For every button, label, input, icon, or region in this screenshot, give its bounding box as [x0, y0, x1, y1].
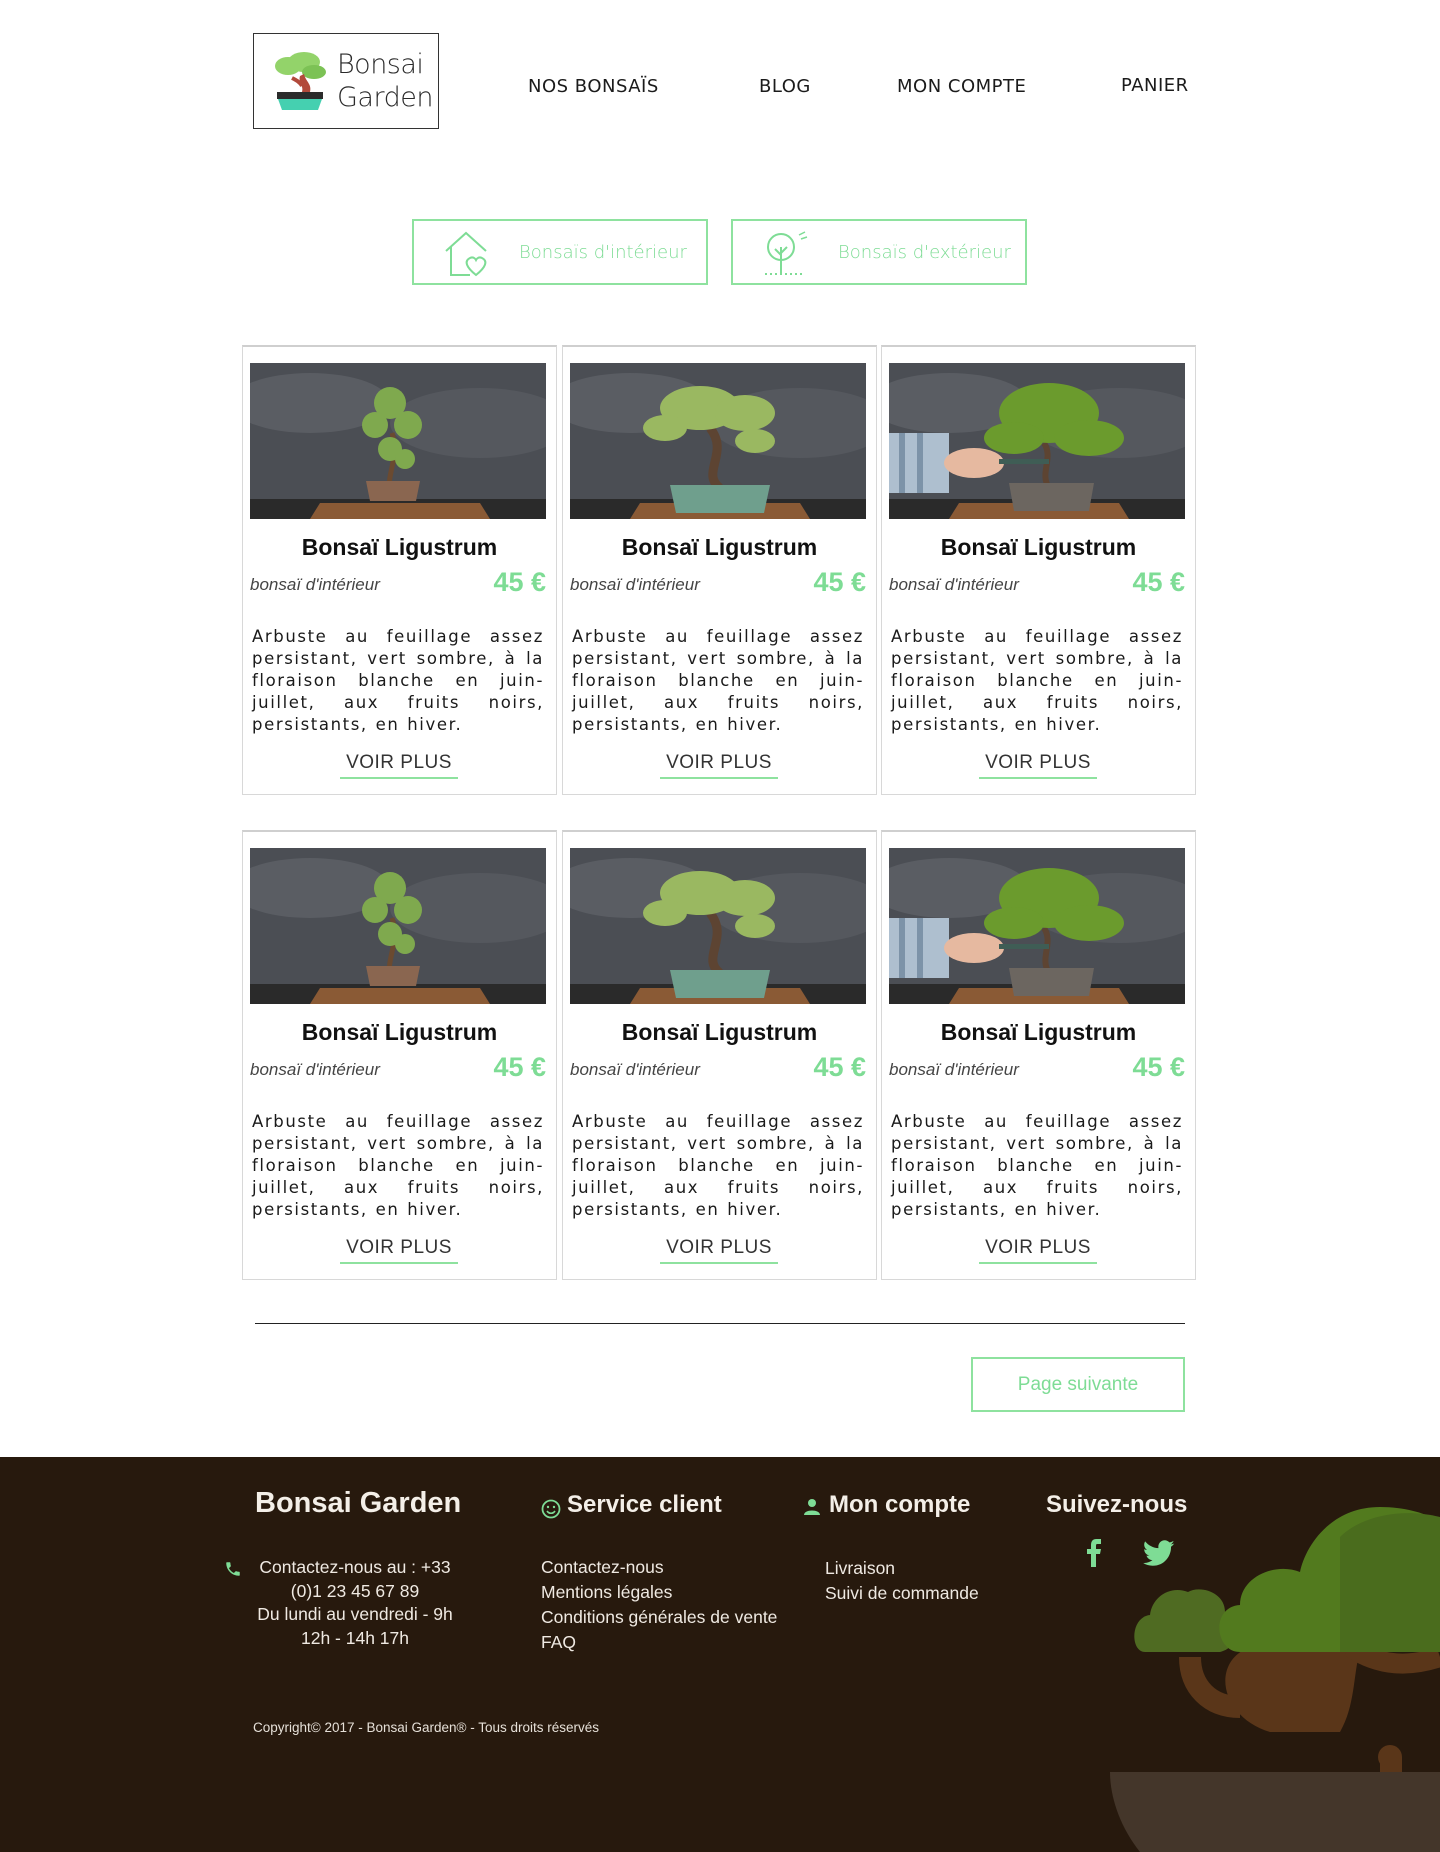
see-more-button[interactable]: VOIR PLUS: [340, 1237, 458, 1264]
product-description: Arbuste au feuillage assez persistant, v…: [572, 627, 864, 734]
product-category: bonsaï d'intérieur: [570, 575, 700, 594]
footer-link-contact[interactable]: Contactez-nous: [541, 1555, 777, 1580]
footer-service-links: Contactez-nous Mentions légales Conditio…: [541, 1555, 777, 1655]
see-more-button[interactable]: VOIR PLUS: [660, 1237, 778, 1264]
site-footer: Bonsai Garden Contactez-nous au : +33 (0…: [0, 1457, 1440, 1852]
next-page-button[interactable]: Page suivante: [971, 1357, 1185, 1412]
contact-line-2: (0)1 23 45 67 89: [290, 1580, 420, 1601]
product-title[interactable]: Bonsaï Ligustrum: [882, 1019, 1195, 1046]
product-title[interactable]: Bonsaï Ligustrum: [882, 534, 1195, 561]
product-photo[interactable]: [570, 363, 866, 519]
logo-text-line2: Garden: [337, 82, 433, 113]
site-logo[interactable]: Bonsai Garden: [253, 33, 439, 129]
contact-line-1: Contactez-nous au : +33: [259, 1557, 451, 1577]
nav-mon-compte[interactable]: MON COMPTE: [897, 76, 1026, 97]
nav-blog[interactable]: BLOG: [759, 76, 811, 97]
footer-copyright: Copyright© 2017 - Bonsai Garden® - Tous …: [253, 1720, 600, 1735]
category-interior-label: Bonsaïs d'intérieur: [519, 242, 687, 263]
footer-link-suivi[interactable]: Suivi de commande: [825, 1581, 979, 1606]
footer-link-cgv[interactable]: Conditions générales de vente: [541, 1605, 777, 1630]
product-photo[interactable]: [889, 848, 1185, 1004]
product-title[interactable]: Bonsaï Ligustrum: [563, 534, 876, 561]
footer-follow-title: Suivez-nous: [1046, 1491, 1188, 1518]
product-description: Arbuste au feuillage assez persistant, v…: [252, 627, 544, 734]
product-title[interactable]: Bonsaï Ligustrum: [243, 1019, 556, 1046]
footer-brand: Bonsai Garden: [255, 1487, 462, 1519]
product-photo[interactable]: [250, 848, 546, 1004]
footer-link-livraison[interactable]: Livraison: [825, 1556, 979, 1581]
house-heart-icon: [445, 231, 487, 277]
product-description: Arbuste au feuillage assez persistant, v…: [891, 627, 1183, 734]
product-title[interactable]: Bonsaï Ligustrum: [563, 1019, 876, 1046]
product-category: bonsaï d'intérieur: [250, 575, 380, 594]
tree-icon: [765, 231, 808, 275]
product-price: 45 €: [813, 567, 866, 597]
footer-link-faq[interactable]: FAQ: [541, 1630, 777, 1655]
product-photo[interactable]: [570, 848, 866, 1004]
nav-panier[interactable]: PANIER: [1121, 75, 1189, 96]
product-category: bonsaï d'intérieur: [250, 1060, 380, 1079]
footer-service-title: Service client: [567, 1491, 722, 1518]
contact-line-3: Du lundi au vendredi - 9h: [257, 1604, 453, 1624]
product-card[interactable]: Bonsaï Ligustrum bonsaï d'intérieur 45 € Ar…: [242, 345, 557, 795]
product-category: bonsaï d'intérieur: [889, 575, 1019, 594]
product-description: Arbuste au feuillage assez persistant, v…: [252, 1112, 544, 1219]
contact-line-4: 12h - 14h 17h: [300, 1627, 409, 1648]
see-more-button[interactable]: VOIR PLUS: [660, 752, 778, 779]
see-more-button[interactable]: VOIR PLUS: [340, 752, 458, 779]
product-card[interactable]: Bonsaï Ligustrum bonsaï d'intérieur 45 € Ar…: [562, 345, 877, 795]
product-price: 45 €: [493, 1052, 546, 1082]
category-exterior-label: Bonsaïs d'extérieur: [838, 242, 1011, 263]
product-price: 45 €: [1132, 1052, 1185, 1082]
product-card[interactable]: Bonsaï Ligustrum bonsaï d'intérieur 45 € Ar…: [881, 345, 1196, 795]
product-category: bonsaï d'intérieur: [889, 1060, 1019, 1079]
see-more-button[interactable]: VOIR PLUS: [979, 1237, 1097, 1264]
product-photo[interactable]: [250, 363, 546, 519]
product-photo[interactable]: [889, 363, 1185, 519]
product-card[interactable]: Bonsaï Ligustrum bonsaï d'intérieur 45 € Ar…: [562, 830, 877, 1280]
product-price: 45 €: [813, 1052, 866, 1082]
smiley-icon: [541, 1499, 561, 1519]
footer-account-title: Mon compte: [829, 1491, 971, 1518]
see-more-button[interactable]: VOIR PLUS: [979, 752, 1097, 779]
facebook-icon[interactable]: [1083, 1538, 1105, 1568]
product-description: Arbuste au feuillage assez persistant, v…: [572, 1112, 864, 1219]
logo-text-line1: Bonsai: [337, 49, 424, 80]
product-title[interactable]: Bonsaï Ligustrum: [243, 534, 556, 561]
product-card[interactable]: Bonsaï Ligustrum bonsaï d'intérieur 45 € Ar…: [242, 830, 557, 1280]
bonsai-logo-icon: [275, 52, 326, 110]
product-price: 45 €: [1132, 567, 1185, 597]
product-price: 45 €: [493, 567, 546, 597]
nav-nos-bonsais[interactable]: NOS BONSAÏS: [528, 76, 659, 97]
product-card[interactable]: Bonsaï Ligustrum bonsaï d'intérieur 45 € Ar…: [881, 830, 1196, 1280]
product-description: Arbuste au feuillage assez persistant, v…: [891, 1112, 1183, 1219]
category-interior-button[interactable]: Bonsaïs d'intérieur: [412, 219, 708, 285]
product-category: bonsaï d'intérieur: [570, 1060, 700, 1079]
footer-account-links: Livraison Suivi de commande: [825, 1556, 979, 1606]
footer-link-mentions[interactable]: Mentions légales: [541, 1580, 777, 1605]
section-divider: [255, 1323, 1185, 1324]
twitter-icon[interactable]: [1143, 1540, 1175, 1567]
category-exterior-button[interactable]: Bonsaïs d'extérieur: [731, 219, 1027, 285]
user-icon: [804, 1499, 820, 1515]
footer-contact-info: Contactez-nous au : +33 (0)1 23 45 67 89…: [240, 1556, 470, 1650]
